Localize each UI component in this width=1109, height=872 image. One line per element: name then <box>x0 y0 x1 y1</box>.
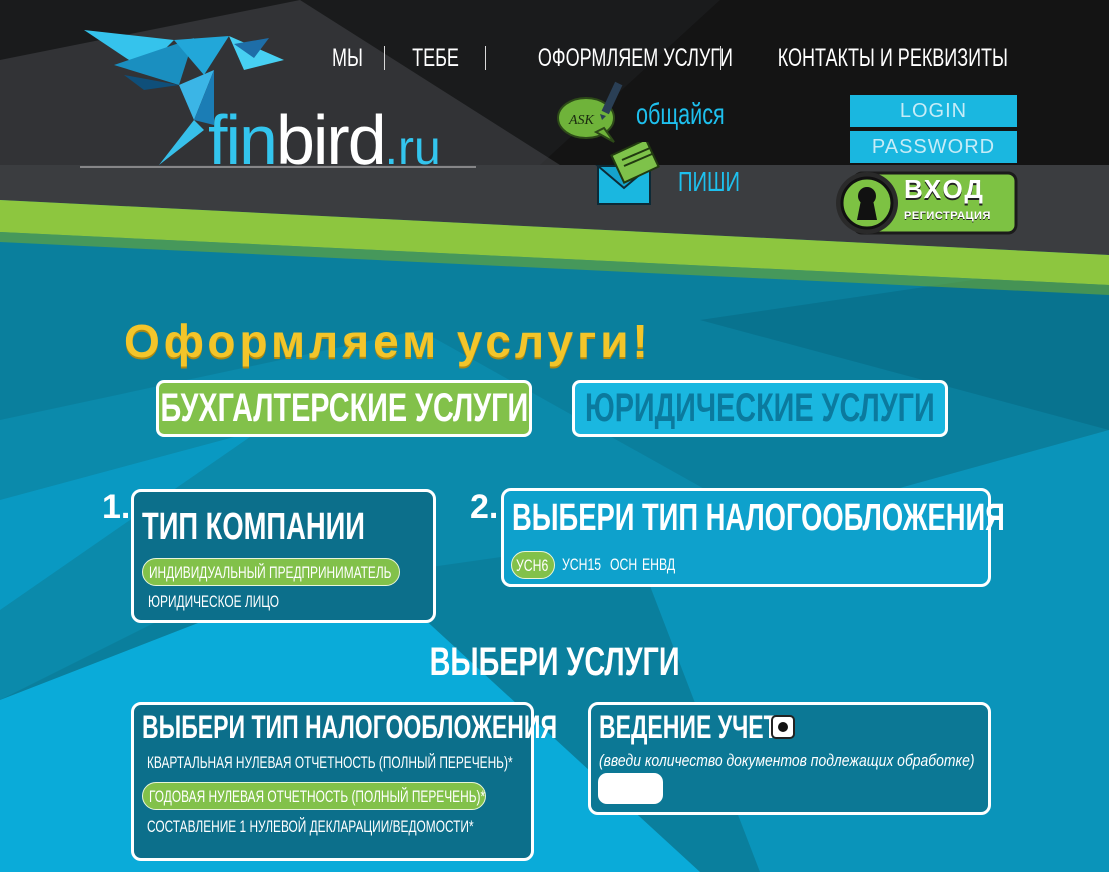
option-legal-entity[interactable]: ЮРИДИЧЕСКОЕ ЛИЦО <box>148 588 335 616</box>
accounting-radio[interactable] <box>771 715 795 739</box>
nav-divider <box>485 46 486 70</box>
option-envd[interactable]: ЕНВД <box>642 551 688 579</box>
radio-dot <box>778 722 788 732</box>
svg-text:ASK: ASK <box>568 113 595 128</box>
write-link[interactable]: ПИШИ <box>678 166 764 198</box>
option-zero-declaration[interactable]: СОСТАВЛЕНИЕ 1 НУЛЕВОЙ ДЕКЛАРАЦИИ/ВЕДОМОС… <box>147 813 614 841</box>
option-annual-zero-report[interactable]: ГОДОВАЯ НУЛЕВАЯ ОТЧЕТНОСТЬ (ПОЛНЫЙ ПЕРЕЧ… <box>142 782 486 810</box>
logo-fin: fin <box>208 101 278 179</box>
keyhole-icon <box>857 187 877 220</box>
step-number: 2. <box>470 488 499 526</box>
step-number: 1. <box>102 488 131 526</box>
company-type-title: ТИП КОМПАНИИ <box>142 506 365 548</box>
logo-bird: bird <box>275 101 387 179</box>
accounting-hint: (введи количество документов подлежащих … <box>599 751 975 770</box>
option-individual-entrepreneur[interactable]: ИНДИВИДУАЛЬНЫЙ ПРЕДПРИНИМАТЕЛЬ <box>142 558 400 586</box>
page-title: Оформляем услуги! <box>124 315 652 367</box>
nav-item-we[interactable]: МЫ <box>318 44 376 73</box>
site-logo-text[interactable]: finbird.ru <box>208 100 441 179</box>
tax-type-card: ВЫБЕРИ ТИП НАЛОГООБЛОЖЕНИЯ УСН6 УСН15 ОС… <box>501 488 1005 587</box>
chat-link[interactable]: общайся <box>636 98 759 132</box>
logo-domain: .ru <box>384 122 441 175</box>
option-usn15[interactable]: УСН15 <box>562 551 616 579</box>
tab-legal-services[interactable]: ЮРИДИЧЕСКИЕ УСЛУГИ <box>572 380 948 437</box>
accounting-card: ВЕДЕНИЕ УЧЕТА (введи количество документ… <box>588 702 991 815</box>
tax-type-title: ВЫБЕРИ ТИП НАЛОГООБЛОЖЕНИЯ <box>512 497 1005 539</box>
enter-button[interactable]: ВХОД РЕГИСТРАЦИЯ <box>834 170 1018 236</box>
enter-label: ВХОД <box>904 174 985 204</box>
mail-icon[interactable] <box>594 142 660 208</box>
services-tax-card: ВЫБЕРИ ТИП НАЛОГООБЛОЖЕНИЯ КВАРТАЛЬНАЯ Н… <box>131 702 557 861</box>
main-nav: МЫ ТЕБЕ ОФОРМЛЯЕМ УСЛУГИ КОНТАКТЫ И РЕКВ… <box>318 42 1018 74</box>
nav-item-you[interactable]: ТЕБЕ <box>397 44 475 73</box>
chat-bubble-icon[interactable]: ASK <box>556 80 630 144</box>
nav-divider <box>384 46 385 70</box>
nav-item-services[interactable]: ОФОРМЛЯЕМ УСЛУГИ <box>500 44 733 73</box>
company-type-card: ТИП КОМПАНИИ ИНДИВИДУАЛЬНЫЙ ПРЕДПРИНИМАТ… <box>131 489 436 623</box>
login-input[interactable] <box>850 95 1017 127</box>
nav-item-contacts[interactable]: КОНТАКТЫ И РЕКВИЗИТЫ <box>733 44 1008 73</box>
password-input[interactable] <box>850 131 1017 163</box>
option-usn6[interactable]: УСН6 <box>511 551 555 579</box>
register-link[interactable]: РЕГИСТРАЦИЯ <box>904 210 991 222</box>
document-count-input[interactable] <box>598 773 663 804</box>
accounting-title: ВЕДЕНИЕ УЧЕТА <box>599 709 793 745</box>
choose-services-heading: ВЫБЕРИ УСЛУГИ <box>429 640 680 684</box>
tab-accounting-services[interactable]: БУХГАЛТЕРСКИЕ УСЛУГИ <box>156 380 532 437</box>
